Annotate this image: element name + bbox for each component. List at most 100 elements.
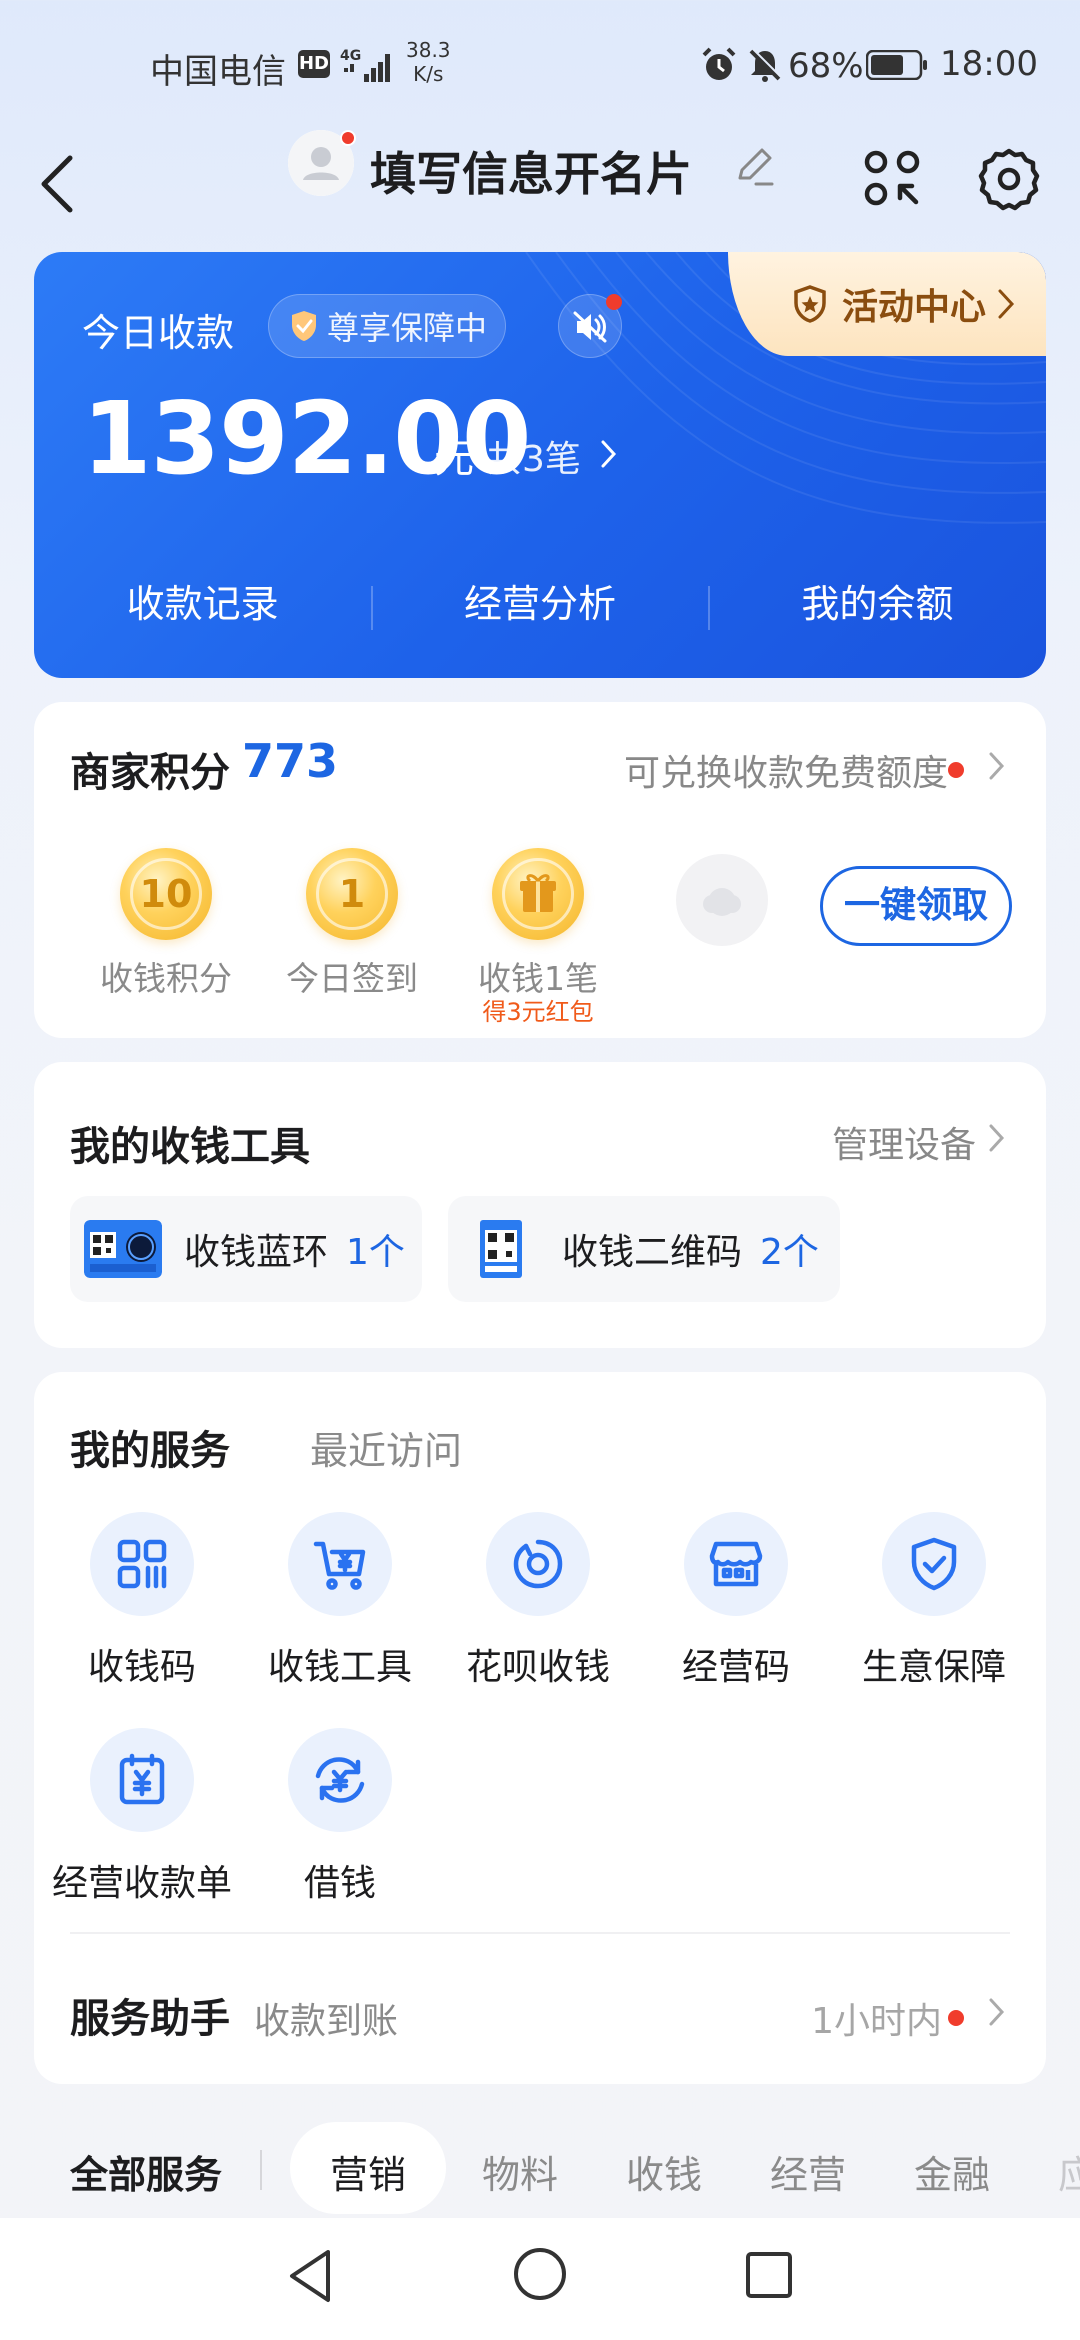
cloud-reward-icon xyxy=(703,888,741,916)
chevron-right-icon[interactable] xyxy=(988,750,1006,782)
payment-tools-panel: 我的收钱工具 管理设备 收钱蓝环 1个 收钱二维码 2个 xyxy=(34,1062,1046,1348)
service-business-protection[interactable]: 生意保障 xyxy=(834,1512,1034,1690)
edit-pencil-icon[interactable] xyxy=(732,144,778,190)
cart-icon xyxy=(288,1512,392,1616)
income-records-link[interactable]: 收款记录 xyxy=(34,574,371,634)
service-business-code[interactable]: 经营码 xyxy=(636,1512,836,1690)
tool-chip-qr-code[interactable]: 收钱二维码 2个 xyxy=(448,1196,840,1302)
service-loan[interactable]: 借钱 xyxy=(240,1728,440,1906)
service-label: 经营收款单 xyxy=(51,1863,232,1904)
services-panel: 我的服务 最近访问 收钱码 收钱工具 花呗收钱 经营码 生意保障 经营收款单 借… xyxy=(34,1372,1046,2084)
merchant-points-panel: 商家积分 773 可兑换收款免费额度 10 收钱积分 1 今日签到 收钱1笔 得… xyxy=(34,702,1046,1038)
sound-notification-dot xyxy=(606,294,622,310)
coin-label: 收钱积分 xyxy=(100,959,232,998)
shield-icon xyxy=(882,1512,986,1616)
amount-unit: 元 xyxy=(434,436,474,482)
locked-reward-placeholder xyxy=(676,854,768,946)
service-assistant-subtitle[interactable]: 收款到账 xyxy=(254,1992,398,2044)
service-label: 经营码 xyxy=(681,1647,790,1688)
service-label: 生意保障 xyxy=(861,1647,1006,1688)
service-category-tabs: 全部服务 营销 物料 收钱 经营 金融 应 xyxy=(0,2116,1080,2220)
business-analysis-link[interactable]: 经营分析 xyxy=(371,574,708,634)
tab-collection[interactable]: 收钱 xyxy=(626,2144,702,2199)
service-label: 借钱 xyxy=(303,1863,376,1904)
tab-finance[interactable]: 金融 xyxy=(914,2144,990,2199)
back-arrow-icon[interactable] xyxy=(36,152,80,216)
carrier-name: 中国电信 xyxy=(150,52,286,92)
tab-materials[interactable]: 物料 xyxy=(482,2144,558,2199)
shield-check-icon xyxy=(292,311,316,341)
bill-icon xyxy=(90,1728,194,1832)
nav-recent-apps-icon[interactable] xyxy=(744,2250,794,2300)
service-huabei[interactable]: 花呗收钱 xyxy=(438,1512,638,1690)
manage-devices-link[interactable]: 管理设备 xyxy=(832,1116,976,1168)
nav-back-icon[interactable] xyxy=(284,2246,336,2306)
activity-center-button[interactable]: 活动中心 xyxy=(728,252,1046,356)
store-icon xyxy=(684,1512,788,1616)
tool-name: 收钱二维码 xyxy=(562,1232,743,1273)
points-coin-button[interactable]: 10 xyxy=(120,848,212,940)
tab-recent-visits[interactable]: 最近访问 xyxy=(310,1420,462,1475)
chevron-right-icon[interactable] xyxy=(988,1122,1006,1154)
page-title[interactable]: 填写信息开名片 xyxy=(370,138,692,204)
service-label: 花呗收钱 xyxy=(465,1647,610,1688)
avatar-notification-dot xyxy=(340,130,356,146)
claim-all-button[interactable]: 一键领取 xyxy=(820,866,1012,946)
coin-label: 今日签到 xyxy=(286,959,418,998)
service-receipts[interactable]: 经营收款单 xyxy=(42,1728,242,1906)
nav-home-icon[interactable] xyxy=(512,2246,568,2302)
tab-overflow[interactable]: 应 xyxy=(1058,2144,1080,2199)
battery-percent: 68% xyxy=(788,46,864,86)
points-value[interactable]: 773 xyxy=(242,734,338,788)
speed-value: 38.3 xyxy=(406,38,451,62)
tab-all-services[interactable]: 全部服务 xyxy=(70,2144,222,2199)
checkin-coin-button[interactable]: 1 xyxy=(306,848,398,940)
scan-icon[interactable] xyxy=(862,148,922,208)
network-type: 4G xyxy=(340,48,361,64)
tools-title: 我的收钱工具 xyxy=(70,1124,310,1170)
service-label: 收钱工具 xyxy=(267,1647,412,1688)
alarm-icon xyxy=(702,47,736,80)
chevron-right-icon xyxy=(998,289,1015,319)
system-navigation-bar xyxy=(0,2218,1080,2340)
qr-stand-icon xyxy=(480,1220,522,1278)
gift-coin-button[interactable] xyxy=(492,848,584,940)
tool-count: 1个 xyxy=(346,1232,405,1273)
divider xyxy=(70,1932,1010,1934)
tab-marketing[interactable]: 营销 xyxy=(330,2144,406,2199)
points-exchange-link[interactable]: 可兑换收款免费额度 xyxy=(624,744,948,796)
tab-my-services[interactable]: 我的服务 xyxy=(70,1418,230,1476)
chevron-right-icon xyxy=(601,440,617,468)
header: 填写信息开名片 xyxy=(0,130,1080,240)
exchange-notification-dot xyxy=(948,762,964,778)
tab-operations[interactable]: 经营 xyxy=(770,2144,846,2199)
coin-sub-label: 得3元红包 xyxy=(482,998,594,1026)
tool-chip-blue-ring[interactable]: 收钱蓝环 1个 xyxy=(70,1196,422,1302)
service-payment-tools[interactable]: 收钱工具 xyxy=(240,1512,440,1690)
hd-badge: HD xyxy=(298,50,330,78)
activity-center-label: 活动中心 xyxy=(842,287,987,328)
settings-gear-icon[interactable] xyxy=(976,146,1042,212)
protection-badge-text: 尊享保障中 xyxy=(327,309,488,347)
service-assistant-title[interactable]: 服务助手 xyxy=(70,1986,230,2044)
divider xyxy=(708,586,710,630)
coin-ring xyxy=(130,858,202,930)
mute-bell-icon xyxy=(749,48,782,82)
tool-count: 2个 xyxy=(760,1232,819,1273)
payment-device-icon xyxy=(84,1220,162,1278)
my-balance-link[interactable]: 我的余额 xyxy=(709,574,1046,634)
divider xyxy=(260,2150,262,2190)
service-qrcode[interactable]: 收钱码 xyxy=(42,1512,242,1690)
protection-badge[interactable]: 尊享保障中 xyxy=(268,294,507,358)
service-assistant-time: 1小时内 xyxy=(811,2001,942,2042)
status-bar: 中国电信 HD 4G 38.3 K/s 68% 18:00 xyxy=(0,0,1080,135)
gift-icon xyxy=(520,874,556,912)
transaction-count-link[interactable]: 共3笔 xyxy=(486,430,581,482)
clock: 18:00 xyxy=(940,44,1038,84)
star-shield-icon xyxy=(794,285,826,323)
battery-icon xyxy=(866,50,927,80)
tool-name: 收钱蓝环 xyxy=(184,1232,329,1273)
network-speed: 38.3 K/s xyxy=(406,38,451,86)
chevron-right-icon[interactable] xyxy=(988,1996,1006,2028)
loan-icon xyxy=(288,1728,392,1832)
